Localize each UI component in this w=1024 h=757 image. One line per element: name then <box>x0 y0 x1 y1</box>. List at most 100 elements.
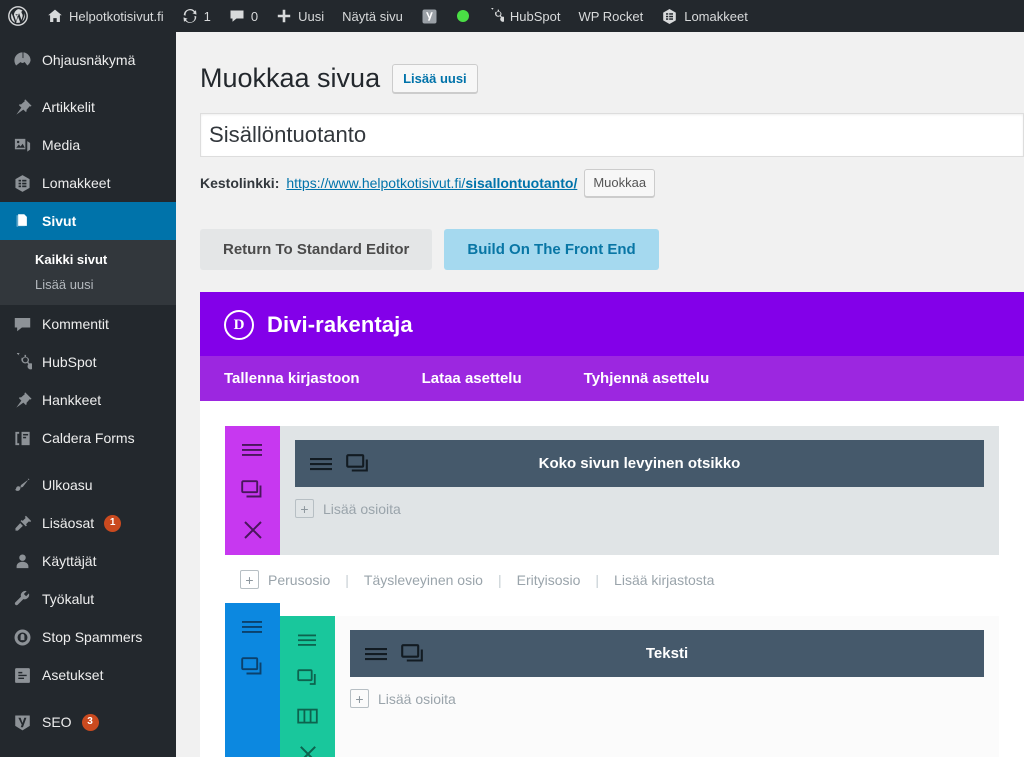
add-module-text-row[interactable]: + Lisää osioita <box>350 689 984 714</box>
hubspot-icon <box>488 8 504 24</box>
sidebar-item-label: Työkalut <box>42 591 95 607</box>
sidebar-item-label: Kommentit <box>42 316 109 332</box>
new-content-menu[interactable]: Uusi <box>267 0 333 32</box>
updates-menu[interactable]: 1 <box>173 0 220 32</box>
plugins-update-badge: 1 <box>104 514 122 532</box>
clone-duplicate-icon[interactable] <box>295 667 321 689</box>
settings-hamburger-icon[interactable] <box>295 629 321 651</box>
settings-hamburger-icon[interactable] <box>364 646 390 662</box>
settings-hamburger-icon[interactable] <box>240 439 266 461</box>
wordpress-logo-menu[interactable] <box>0 0 38 32</box>
sidebar-item-label: Ohjausnäkymä <box>42 52 136 68</box>
forms-grid-icon <box>12 173 32 193</box>
updates-count: 1 <box>203 8 211 24</box>
page-heading-row: Muokkaa sivua Lisää uusi <box>200 52 1024 100</box>
sidebar-item-seo[interactable]: SEO 3 <box>0 703 176 741</box>
yoast-seo-menu[interactable] <box>412 0 447 32</box>
wp-rocket-label: WP Rocket <box>578 8 644 24</box>
settings-hamburger-icon[interactable] <box>240 616 266 638</box>
clone-duplicate-icon[interactable] <box>401 643 427 664</box>
add-fullwidth-section-link[interactable]: Täysleveyinen osio <box>364 572 483 588</box>
sidebar-item-label: HubSpot <box>42 354 97 370</box>
view-page-link[interactable]: Näytä sivu <box>333 0 412 32</box>
build-on-front-end-button[interactable]: Build On The Front End <box>444 229 659 271</box>
dashboard-icon <box>12 50 32 70</box>
sidebar-item-plugins[interactable]: Lisäosat 1 <box>0 504 176 542</box>
add-standard-section-link[interactable]: Perusosio <box>268 572 330 588</box>
sidebar-item-projects[interactable]: Hankkeet <box>0 381 176 419</box>
page-title-input[interactable] <box>200 113 1024 158</box>
forms-menu[interactable]: Lomakkeet <box>652 0 757 32</box>
edit-page-wrap: Muokkaa sivua Lisää uusi Kestolinkki: ht… <box>176 32 1024 757</box>
sidebar-item-dashboard[interactable]: Ohjausnäkymä <box>0 41 176 79</box>
hubspot-menu[interactable]: HubSpot <box>479 0 570 32</box>
sidebar-item-label: Media <box>42 137 81 153</box>
sidebar-item-users[interactable]: Käyttäjät <box>0 542 176 580</box>
sidebar-item-label: Käyttäjät <box>42 553 97 569</box>
submenu-item-all-pages[interactable]: Kaikki sivut <box>0 247 176 272</box>
delete-x-icon[interactable] <box>240 519 266 541</box>
settings-hamburger-icon[interactable] <box>309 456 335 472</box>
divi-section-standard: Teksti + Lisää osioita <box>225 603 999 757</box>
clone-duplicate-icon[interactable] <box>240 479 266 501</box>
plugins-plug-icon <box>12 513 32 533</box>
row-controls <box>280 616 335 757</box>
status-dot-item[interactable] <box>447 0 479 32</box>
sidebar-item-stop-spammers[interactable]: Stop Spammers <box>0 618 176 656</box>
clone-duplicate-icon[interactable] <box>346 453 372 474</box>
divi-builder-toolbar: Tallenna kirjastoon Lataa asettelu Tyhje… <box>200 356 1024 402</box>
plus-icon: + <box>350 689 369 709</box>
hubspot-label: HubSpot <box>509 8 561 24</box>
clear-layout-button[interactable]: Tyhjennä asettelu <box>584 370 736 387</box>
add-new-button[interactable]: Lisää uusi <box>392 63 478 94</box>
module-title: Koko sivun levyinen otsikko <box>538 455 741 473</box>
sidebar-submenu-pages: Kaikki sivut Lisää uusi <box>0 240 176 305</box>
comments-menu[interactable]: 0 <box>220 0 267 32</box>
tools-wrench-icon <box>12 589 32 609</box>
row-inner: Teksti + Lisää osioita <box>335 616 999 757</box>
permalink-url[interactable]: https://www.helpotkotisivut.fi/sisallont… <box>286 175 577 191</box>
media-icon <box>12 135 32 155</box>
comments-count: 0 <box>250 8 259 24</box>
load-layout-button[interactable]: Lataa asettelu <box>422 370 548 387</box>
sidebar-item-comments[interactable]: Kommentit <box>0 305 176 343</box>
add-module-fullwidth[interactable]: + Lisää osioita <box>295 499 984 524</box>
sidebar-item-appearance[interactable]: Ulkoasu <box>0 466 176 504</box>
divi-module-text[interactable]: Teksti <box>350 630 984 678</box>
comment-bubble-icon <box>12 314 32 334</box>
wp-rocket-menu[interactable]: WP Rocket <box>569 0 652 32</box>
return-to-standard-editor-button[interactable]: Return To Standard Editor <box>200 229 433 271</box>
sidebar-item-forms[interactable]: Lomakkeet <box>0 164 176 202</box>
delete-x-icon[interactable] <box>295 743 321 757</box>
edit-permalink-button[interactable]: Muokkaa <box>584 169 656 198</box>
clone-duplicate-icon[interactable] <box>240 656 266 678</box>
separator: | <box>497 571 502 588</box>
pages-icon <box>12 211 32 231</box>
plus-icon[interactable]: + <box>240 570 259 590</box>
plus-icon: + <box>295 499 314 519</box>
site-name-menu[interactable]: Helpotkotisivut.fi <box>38 0 173 32</box>
sidebar-item-hubspot[interactable]: HubSpot <box>0 343 176 381</box>
sidebar-item-settings[interactable]: Asetukset <box>0 656 176 694</box>
save-to-library-button[interactable]: Tallenna kirjastoon <box>224 370 386 387</box>
divi-builder-title: Divi-rakentaja <box>267 312 413 338</box>
columns-layout-icon[interactable] <box>295 705 321 727</box>
sidebar-item-label: Sivut <box>42 213 77 229</box>
separator: | <box>595 571 600 588</box>
sidebar-item-posts[interactable]: Artikkelit <box>0 88 176 126</box>
sidebar-item-label: SEO <box>42 714 72 730</box>
divi-builder-header: D Divi-rakentaja <box>200 292 1024 357</box>
add-specialty-section-link[interactable]: Erityisosio <box>517 572 581 588</box>
add-from-library-link[interactable]: Lisää kirjastosta <box>614 572 714 588</box>
sidebar-item-media[interactable]: Media <box>0 126 176 164</box>
sidebar-item-pages[interactable]: Sivut <box>0 202 184 240</box>
sidebar-item-label: Lisäosat <box>42 515 95 531</box>
pin-posts-icon <box>12 97 32 117</box>
submenu-item-add-new[interactable]: Lisää uusi <box>0 272 176 297</box>
sidebar-item-caldera-forms[interactable]: Caldera Forms <box>0 419 176 457</box>
sidebar-item-tools[interactable]: Työkalut <box>0 580 176 618</box>
section-inner-fullwidth: Koko sivun levyinen otsikko + Lisää osio… <box>280 426 999 556</box>
module-title: Teksti <box>645 645 689 663</box>
divi-logo-icon: D <box>224 310 254 341</box>
divi-module-fullwidth-header[interactable]: Koko sivun levyinen otsikko <box>295 440 984 488</box>
